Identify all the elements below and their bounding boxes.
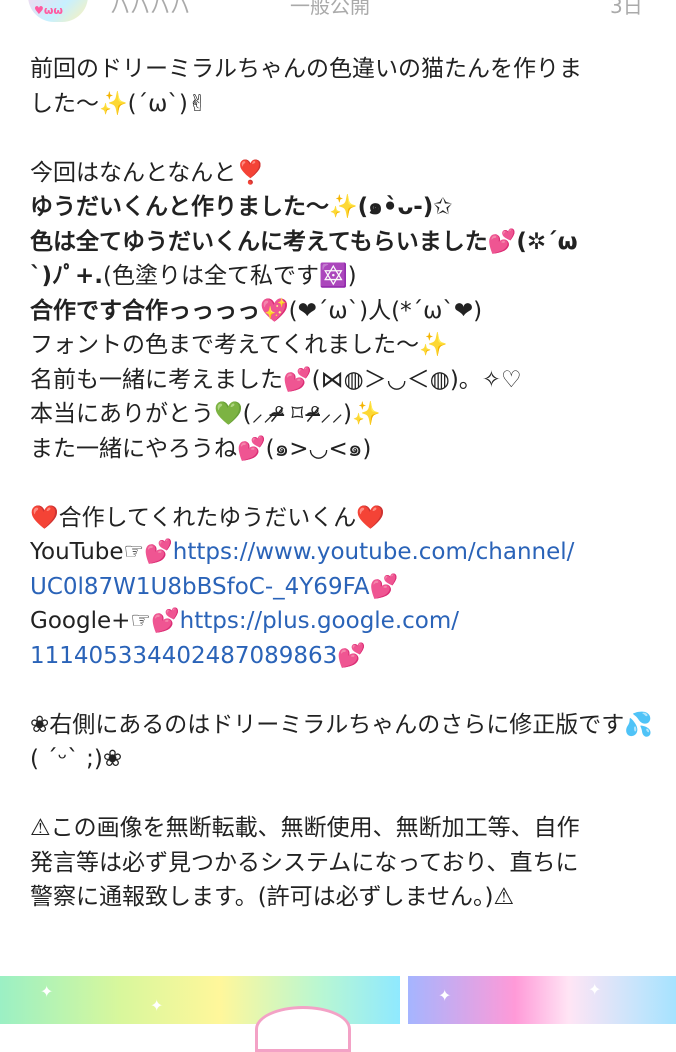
emote-text: (❤´ω`)人(*´ω`❤) [288, 297, 483, 324]
youtube-link[interactable]: https://www.youtube.com/channel/ [173, 539, 575, 565]
avatar-label: ♥ωω [34, 4, 63, 17]
heart-emoji: 💕 [369, 573, 399, 600]
youtube-label: YouTube☞💕 [30, 539, 173, 565]
google-line: 111405334402487089863💕 [30, 639, 650, 674]
warning-line: 発言等は必ず見つかるシステムになっており、直ちに [30, 849, 579, 876]
warning-line: 警察に通報致します。(許可は必ずしません。)⚠ [30, 884, 515, 910]
heart-emoji: 💕 [337, 642, 366, 669]
post-line: 前回のドリーミラルちゃんの色違いの猫たんを作りま [30, 56, 582, 82]
post-line: `)ﾉﾟ+.(色塗りは全て私です🔯) [30, 259, 650, 294]
image-thumbnail[interactable]: ✦ ✦ [408, 976, 676, 1024]
google-line: Google+☞💕https://plus.google.com/ [30, 604, 650, 639]
google-link[interactable]: 111405334402487089863 [30, 643, 337, 669]
emote-text: `)ﾉﾟ+. [30, 263, 104, 289]
cat-illustration [255, 1006, 351, 1052]
post-header: ♥ωω ハハハハ 一般公開 3日 [0, 0, 676, 26]
post-line: ❀右側にあるのはドリーミラルちゃんのさらに修正版です💦 [30, 711, 653, 738]
post-line-bold: 色は全てゆうだいくんに考えてもらいました💕(✲´ω [30, 228, 578, 255]
image-thumbnail[interactable]: ✦ ✦ [0, 976, 400, 1052]
post-line: ❤️合作してくれたゆうだいくん❤️ [30, 504, 385, 531]
emote-text: (色塗りは全て私です🔯) [103, 263, 357, 289]
sparkle-icon: ✦ [438, 986, 452, 1005]
post-line: ( ´ᵕ` ;)❀ [30, 746, 123, 772]
youtube-line: UC0l87W1U8bBSfoC-_4Y69FA💕 [30, 570, 650, 605]
image-gallery: ✦ ✦ ✦ ✦ [0, 976, 676, 1052]
post-line: 今回はなんとなんと❣️ [30, 159, 265, 186]
post-line: 合作です合作っっっっ💖(❤´ω`)人(*´ω`❤) [30, 294, 650, 329]
google-label: Google+☞💕 [30, 608, 180, 634]
post-line: 名前も一緒に考えました💕(⋈◍＞◡＜◍)。✧♡ [30, 366, 522, 393]
visibility-label: 一般公開 [290, 0, 370, 18]
sparkle-icon: ✦ [40, 982, 54, 1001]
google-link[interactable]: https://plus.google.com/ [180, 608, 459, 634]
sparkle-icon: ✦ [588, 980, 602, 999]
youtube-line: YouTube☞💕https://www.youtube.com/channel… [30, 535, 650, 570]
post-line: フォントの色まで考えてくれました〜✨ [30, 332, 448, 358]
sparkle-icon: ✦ [150, 996, 164, 1015]
post-line: また一緒にやろうね💕(๑>◡<๑) [30, 435, 372, 462]
emphasis-text: 合作です合作っっっっ💖 [30, 297, 289, 324]
post-line-bold: ゆうだいくんと作りました〜✨(๑•̀ᴗ-)✩ [30, 194, 453, 220]
warning-line: ⚠この画像を無断転載、無断使用、無断加工等、自作 [30, 815, 580, 841]
author-name[interactable]: ハハハハ [110, 0, 190, 19]
post-line: した〜✨(´ω`)✌ [30, 90, 208, 117]
post-body: 前回のドリーミラルちゃんの色違いの猫たんを作りま した〜✨(´ω`)✌ 今回はな… [30, 52, 653, 915]
youtube-link[interactable]: UC0l87W1U8bBSfoC-_4Y69FA [30, 574, 369, 600]
post-time: 3日 [610, 0, 643, 18]
post-line: 本当にありがとう💚(⸝⸝ᵒ̴̶̷ ⌑ ᵒ̴̶̷⸝⸝)✨ [30, 401, 381, 427]
